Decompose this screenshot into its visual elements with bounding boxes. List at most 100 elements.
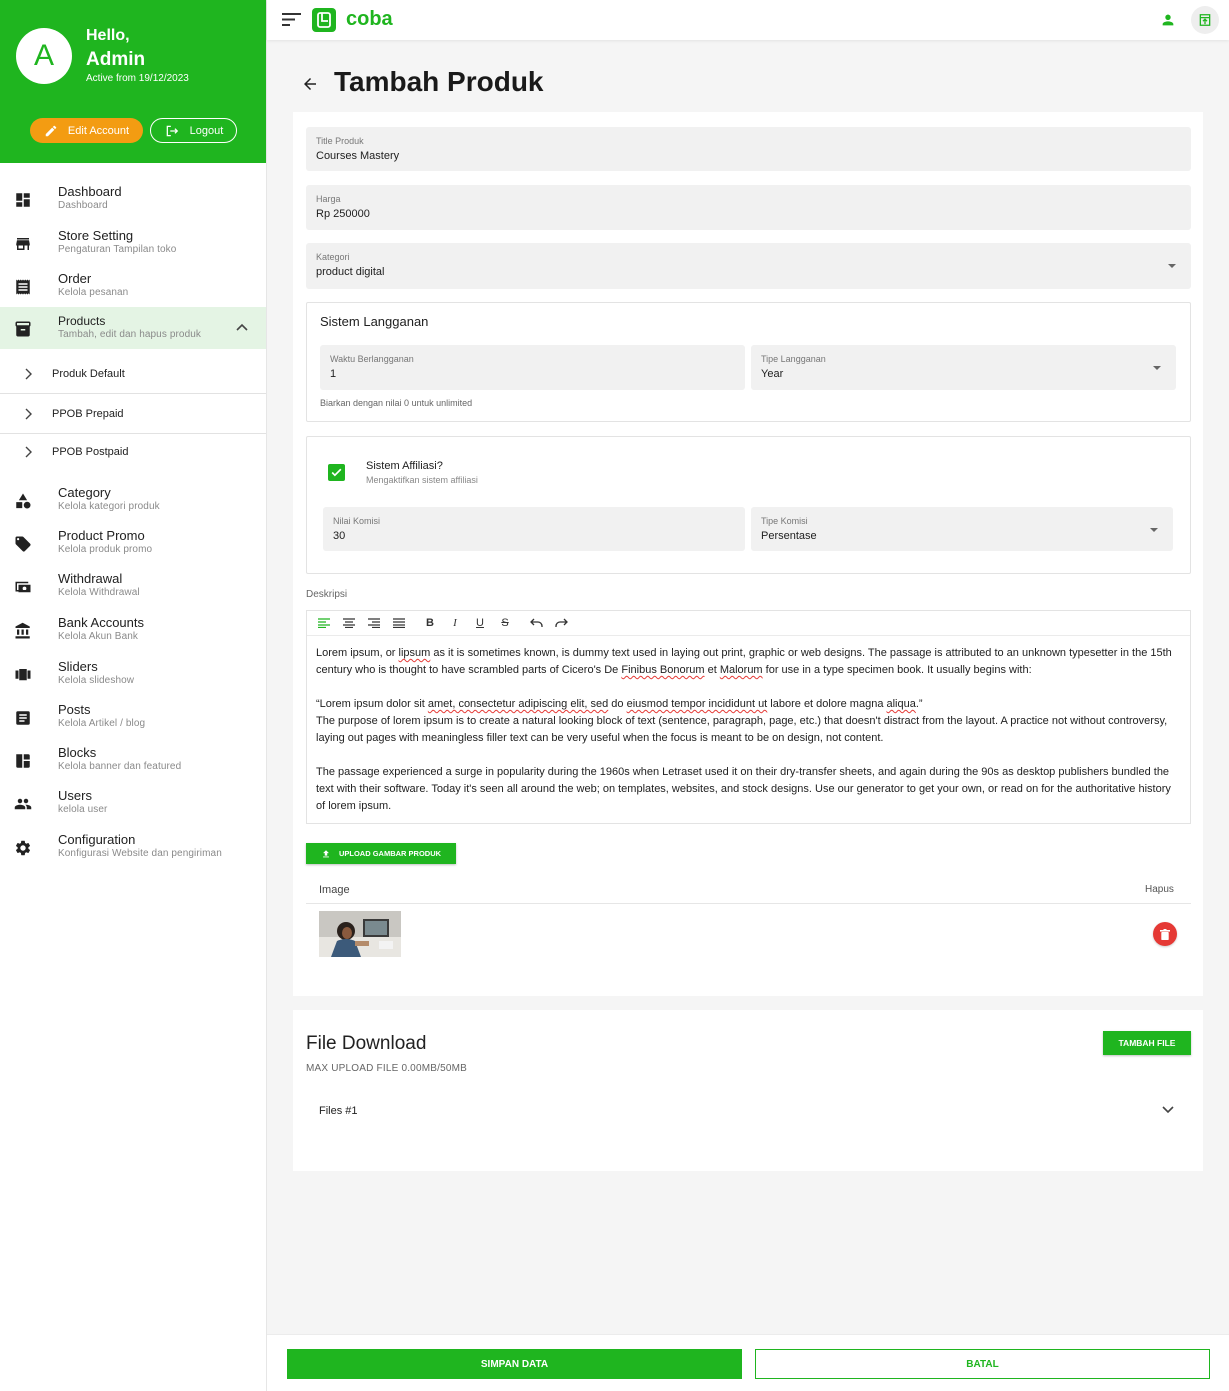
category-value: product digital: [316, 266, 385, 278]
sidebar-item-title: Withdrawal: [58, 571, 123, 586]
sidebar-item-blocks[interactable]: Blocks Kelola banner dan featured: [0, 739, 266, 781]
price-input[interactable]: Rp 250000: [316, 208, 370, 220]
sidebar-item-products[interactable]: Products Tambah, edit dan hapus produk: [0, 307, 266, 349]
field-label: Waktu Berlangganan: [330, 354, 414, 364]
align-center-icon[interactable]: [342, 616, 356, 630]
align-justify-icon[interactable]: [392, 616, 406, 630]
field-label: Harga: [316, 194, 341, 204]
subscription-section: Sistem Langganan Waktu Berlangganan 1 Ti…: [306, 302, 1191, 422]
file-item-label[interactable]: Files #1: [319, 1105, 358, 1117]
receipt-icon: [16, 279, 30, 295]
sidebar-item-subtitle: Dashboard: [58, 200, 108, 211]
affiliate-checkbox[interactable]: [328, 464, 345, 481]
commission-type-select[interactable]: Tipe Komisi Persentase: [751, 507, 1173, 551]
sidebar-item-title: Store Setting: [58, 228, 134, 243]
sidebar-item-title: Users: [58, 788, 92, 803]
price-field[interactable]: Harga Rp 250000: [306, 185, 1191, 230]
category-select[interactable]: Kategori product digital: [306, 243, 1191, 289]
commission-value-field[interactable]: Nilai Komisi 30: [323, 507, 745, 551]
sidebar-subitem-ppob-postpaid[interactable]: PPOB Postpaid: [0, 433, 266, 472]
sidebar-item-configuration[interactable]: Configuration Konfigurasi Website dan pe…: [0, 826, 266, 868]
title-input[interactable]: Courses Mastery: [316, 150, 399, 162]
sidebar-item-subtitle: Konfigurasi Website dan pengiriman: [58, 848, 222, 859]
sidebar-item-withdrawal[interactable]: Withdrawal Kelola Withdrawal: [0, 565, 266, 607]
sidebar-item-title: Category: [58, 485, 111, 500]
sidebar-item-title: Order: [58, 271, 92, 286]
bold-icon[interactable]: B: [423, 616, 437, 630]
brand-name[interactable]: coba: [346, 8, 393, 31]
sidebar-subitem-produk-default[interactable]: Produk Default: [0, 355, 266, 394]
sidebar-item-store-setting[interactable]: Store Setting Pengaturan Tampilan toko: [0, 222, 266, 264]
align-right-icon[interactable]: [367, 616, 381, 630]
sidebar-item-bank-accounts[interactable]: Bank Accounts Kelola Akun Bank: [0, 609, 266, 651]
open-store-icon[interactable]: [1191, 6, 1219, 34]
sidebar-item-category[interactable]: Category Kelola kategori produk: [0, 479, 266, 521]
sidebar-item-users[interactable]: Users kelola user: [0, 782, 266, 824]
italic-icon[interactable]: I: [448, 616, 462, 630]
logout-label: Logout: [189, 124, 224, 137]
sidebar-item-order[interactable]: Order Kelola pesanan: [0, 265, 266, 307]
dropdown-caret-icon: [1153, 366, 1161, 370]
affiliate-sublabel: Mengaktifkan sistem affiliasi: [366, 475, 478, 485]
sidebar-item-product-promo[interactable]: Product Promo Kelola produk promo: [0, 522, 266, 564]
edit-account-label: Edit Account: [67, 124, 130, 137]
user-name: Admin: [86, 49, 146, 70]
upload-image-button[interactable]: UPLOAD GAMBAR PRODUK: [306, 843, 456, 864]
chevron-right-icon: [25, 368, 32, 380]
edit-account-button[interactable]: Edit Account: [30, 118, 143, 143]
subscription-duration-field[interactable]: Waktu Berlangganan 1: [320, 345, 745, 390]
dashboard-icon: [16, 193, 30, 207]
subscription-duration-input[interactable]: 1: [330, 368, 336, 380]
topbar: coba: [267, 0, 1229, 40]
sidebar-item-dashboard[interactable]: Dashboard Dashboard: [0, 178, 266, 220]
sidebar-subitem-ppob-prepaid[interactable]: PPOB Prepaid: [0, 395, 266, 434]
description-label: Deskripsi: [306, 589, 348, 600]
affiliate-section: Sistem Affiliasi? Mengaktifkan sistem af…: [306, 436, 1191, 574]
description-editor[interactable]: B I U S Lorem ipsum, or lipsum as it is …: [306, 610, 1191, 824]
sidebar-item-title: Sliders: [58, 659, 98, 674]
chevron-up-icon[interactable]: [236, 323, 248, 331]
undo-icon[interactable]: [529, 616, 543, 630]
save-button[interactable]: SIMPAN DATA: [287, 1349, 742, 1379]
dropdown-caret-icon: [1168, 264, 1176, 268]
slider-icon: [15, 669, 31, 681]
delete-image-button[interactable]: [1153, 922, 1177, 946]
sidebar: A Hello, Admin Active from 19/12/2023 Ed…: [0, 0, 267, 1391]
redo-icon[interactable]: [554, 616, 568, 630]
sidebar-item-posts[interactable]: Posts Kelola Artikel / blog: [0, 696, 266, 738]
sidebar-item-subtitle: Kelola Withdrawal: [58, 587, 140, 598]
sidebar-item-subtitle: Pengaturan Tampilan toko: [58, 244, 177, 255]
field-label: Kategori: [316, 252, 350, 262]
image-column-header: Image: [319, 884, 350, 896]
underline-icon[interactable]: U: [473, 616, 487, 630]
commission-value-input[interactable]: 30: [333, 530, 345, 542]
page-title: Tambah Produk: [334, 66, 544, 97]
wallet-icon: [15, 581, 31, 593]
sidebar-item-subtitle: Kelola slideshow: [58, 675, 135, 686]
pencil-icon: [45, 125, 57, 136]
logout-button[interactable]: Logout: [150, 118, 237, 143]
upload-image-label: UPLOAD GAMBAR PRODUK: [338, 849, 442, 858]
user-icon[interactable]: [1160, 12, 1176, 28]
sidebar-item-title: Configuration: [58, 832, 136, 847]
sidebar-subitem-label: PPOB Postpaid: [52, 446, 129, 458]
file-download-subtitle: MAX UPLOAD FILE 0.00MB/50MB: [306, 1063, 468, 1074]
strikethrough-icon[interactable]: S: [498, 616, 512, 630]
sidebar-item-title: Bank Accounts: [58, 615, 144, 630]
subscription-type-select[interactable]: Tipe Langganan Year: [751, 345, 1176, 390]
cancel-button[interactable]: BATAL: [755, 1349, 1210, 1379]
file-download-card: [293, 1010, 1203, 1171]
back-arrow-icon[interactable]: [301, 75, 319, 93]
delete-column-header: Hapus: [1145, 884, 1174, 895]
archive-icon: [15, 321, 31, 337]
field-label: Tipe Komisi: [761, 516, 808, 526]
sidebar-item-sliders[interactable]: Sliders Kelola slideshow: [0, 653, 266, 695]
align-left-icon[interactable]: [317, 616, 331, 630]
title-field[interactable]: Title Produk Courses Mastery: [306, 127, 1191, 171]
description-text[interactable]: Lorem ipsum, or lipsum as it is sometime…: [316, 645, 1182, 815]
add-file-button[interactable]: TAMBAH FILE: [1103, 1031, 1191, 1055]
dropdown-caret-icon: [1150, 528, 1158, 532]
chevron-right-icon: [25, 408, 32, 420]
chevron-down-icon[interactable]: [1162, 1106, 1174, 1114]
menu-icon[interactable]: [282, 12, 301, 27]
